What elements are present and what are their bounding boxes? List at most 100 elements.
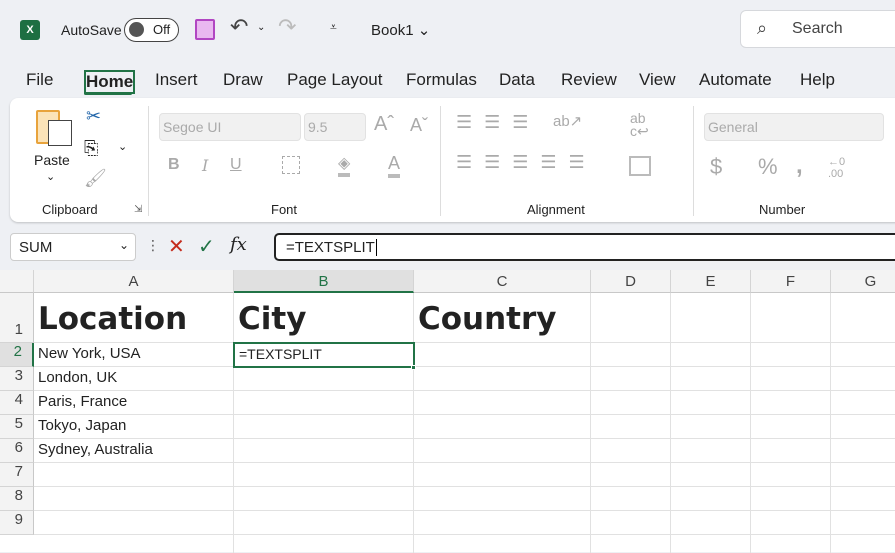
borders-icon[interactable] xyxy=(282,156,300,174)
tab-help[interactable]: Help xyxy=(800,70,835,90)
column-header-f[interactable]: F xyxy=(751,270,831,293)
autosave-label: AutoSave xyxy=(61,22,122,38)
column-header-b[interactable]: B xyxy=(234,270,414,293)
tab-home[interactable]: Home xyxy=(84,70,136,94)
tab-draw[interactable]: Draw xyxy=(223,70,263,90)
row-header-7[interactable]: 7 xyxy=(0,463,34,487)
paste-button[interactable]: Paste xyxy=(34,152,70,168)
insert-function-button[interactable]: fx xyxy=(230,234,247,255)
gridline xyxy=(34,534,895,535)
name-box[interactable]: SUM ⌄ xyxy=(10,233,136,261)
underline-icon[interactable]: U xyxy=(230,156,242,174)
cancel-icon[interactable]: ✕ xyxy=(168,234,185,259)
currency-icon[interactable]: $ xyxy=(710,154,722,180)
row-header-8[interactable]: 8 xyxy=(0,487,34,511)
copy-dropdown-icon[interactable]: ⌄ xyxy=(118,140,127,153)
column-header-a[interactable]: A xyxy=(34,270,234,293)
fill-color-icon[interactable]: ◈ xyxy=(338,153,351,177)
name-box-dropdown-icon[interactable]: ⌄ xyxy=(119,238,129,252)
group-label-font: Font xyxy=(271,202,298,217)
percent-icon[interactable]: % xyxy=(758,154,778,180)
column-header-g[interactable]: G xyxy=(831,270,895,293)
autosave-toggle[interactable]: Off xyxy=(124,18,179,42)
row-header-4[interactable]: 4 xyxy=(0,391,34,415)
search-icon: ⌕ xyxy=(757,18,768,38)
font-size-combo[interactable]: 9.5 xyxy=(304,113,366,141)
undo-icon[interactable]: ↶ xyxy=(230,14,248,40)
search-box[interactable]: ⌕ Search xyxy=(740,10,895,48)
cell-a5[interactable]: Tokyo, Japan xyxy=(34,415,234,439)
tab-insert[interactable]: Insert xyxy=(155,70,198,90)
row-header-5[interactable]: 5 xyxy=(0,415,34,439)
row-header-1[interactable]: 1 xyxy=(0,293,34,343)
number-format-value: General xyxy=(708,119,758,135)
workbook-name[interactable]: Book1 ⌄ xyxy=(371,21,430,39)
tab-view[interactable]: View xyxy=(639,70,676,90)
excel-logo-icon: X xyxy=(20,20,40,40)
tab-page-layout[interactable]: Page Layout xyxy=(287,70,382,90)
search-placeholder: Search xyxy=(792,20,843,37)
comma-icon[interactable]: , xyxy=(796,152,803,180)
copy-icon[interactable]: ⎘ xyxy=(84,138,98,159)
group-label-number: Number xyxy=(759,202,806,217)
select-all-corner[interactable] xyxy=(0,270,34,293)
paste-dropdown-icon[interactable]: ⌄ xyxy=(46,170,55,183)
font-color-icon[interactable]: A xyxy=(388,153,401,178)
merge-center-icon[interactable] xyxy=(629,156,651,176)
cell-c1[interactable]: Country xyxy=(414,293,591,343)
font-name-combo[interactable]: Segoe UI xyxy=(159,113,301,141)
save-icon[interactable] xyxy=(195,19,215,40)
customize-toolbar-icon[interactable]: ⩡ xyxy=(330,20,337,35)
tab-file[interactable]: File xyxy=(26,70,53,90)
cell-a6[interactable]: Sydney, Australia xyxy=(34,439,234,463)
group-label-clipboard: Clipboard xyxy=(42,202,98,217)
cut-icon[interactable]: ✂ xyxy=(86,106,101,127)
cell-a4[interactable]: Paris, France xyxy=(34,391,234,415)
cell-a2[interactable]: New York, USA xyxy=(34,343,234,367)
formula-input[interactable]: =TEXTSPLIT xyxy=(274,233,895,261)
gridline xyxy=(34,486,895,487)
redo-icon[interactable]: ↷ xyxy=(278,14,296,40)
enter-icon[interactable]: ✓ xyxy=(198,234,215,259)
row-header-9[interactable]: 9 xyxy=(0,511,34,535)
column-header-d[interactable]: D xyxy=(591,270,671,293)
autosave-state: Off xyxy=(153,22,171,37)
cell-a3[interactable]: London, UK xyxy=(34,367,234,391)
fill-handle[interactable] xyxy=(411,365,416,370)
active-tab-underline xyxy=(84,92,132,95)
decrease-font-icon[interactable]: Aˇ xyxy=(410,115,428,136)
gridline xyxy=(750,293,751,553)
clipboard-launcher-icon[interactable]: ⇲ xyxy=(134,204,142,215)
undo-dropdown-icon[interactable]: ⌄ xyxy=(257,22,265,33)
wrap-text-icon[interactable]: ab c↩ xyxy=(630,111,649,138)
tab-data[interactable]: Data xyxy=(499,70,535,90)
orientation-icon[interactable]: ab↗ xyxy=(553,112,582,130)
cell-b1[interactable]: City xyxy=(234,293,414,343)
italic-icon[interactable]: I xyxy=(202,156,208,175)
cell-a1[interactable]: Location xyxy=(34,293,234,343)
increase-decimal-icon[interactable]: ←0.00 xyxy=(828,156,845,180)
horizontal-align-icons[interactable]: ☰☰☰☰☰ xyxy=(456,152,597,173)
cell-b2-active[interactable]: =TEXTSPLIT xyxy=(233,342,415,368)
tab-review[interactable]: Review xyxy=(561,70,617,90)
workbook-title: Book1 xyxy=(371,22,414,39)
vertical-align-icons[interactable]: ☰☰☰ xyxy=(456,112,540,133)
format-painter-icon[interactable]: 🖌 xyxy=(84,168,107,189)
font-size-value: 9.5 xyxy=(308,119,328,135)
row-header-6[interactable]: 6 xyxy=(0,439,34,463)
worksheet-grid[interactable]: A B C D E F G 1 2 3 4 5 6 7 8 9 Location… xyxy=(0,270,895,553)
row-header-3[interactable]: 3 xyxy=(0,367,34,391)
group-label-alignment: Alignment xyxy=(527,202,585,217)
gridline xyxy=(670,293,671,553)
paste-sheet xyxy=(48,120,72,146)
number-format-combo[interactable]: General xyxy=(704,113,884,141)
tab-automate[interactable]: Automate xyxy=(699,70,772,90)
column-header-c[interactable]: C xyxy=(414,270,591,293)
column-header-e[interactable]: E xyxy=(671,270,751,293)
bold-icon[interactable]: B xyxy=(168,156,180,174)
tab-formulas[interactable]: Formulas xyxy=(406,70,477,90)
more-options-icon[interactable]: ⋮ xyxy=(146,237,160,254)
gridline xyxy=(830,293,831,553)
row-header-2[interactable]: 2 xyxy=(0,343,34,367)
increase-font-icon[interactable]: Aˆ xyxy=(374,113,394,136)
